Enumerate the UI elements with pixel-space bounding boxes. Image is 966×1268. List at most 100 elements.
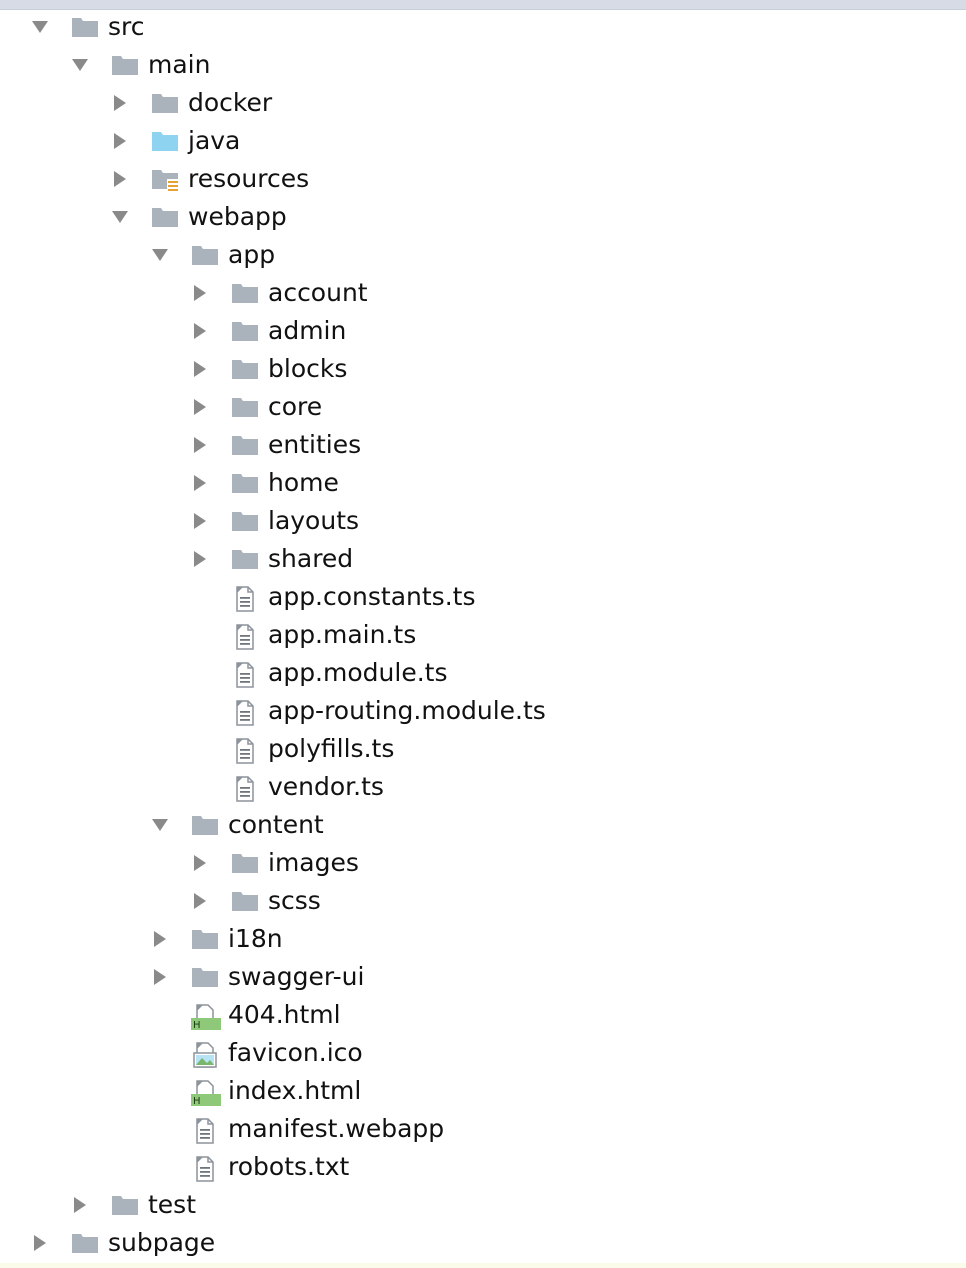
expand-arrow-right-icon[interactable] (192, 285, 208, 301)
tree-file-row[interactable]: vendor.ts (0, 768, 966, 806)
expand-arrow-right-icon[interactable] (32, 1235, 48, 1251)
expand-arrow-right-icon[interactable] (72, 1197, 88, 1213)
tree-folder-row[interactable]: images (0, 844, 966, 882)
tree-folder-row[interactable]: main (0, 46, 966, 84)
tree-folder-row[interactable]: swagger-ui (0, 958, 966, 996)
expand-arrow-right-icon[interactable] (192, 399, 208, 415)
tree-item-label: resources (188, 164, 310, 193)
tree-folder-row[interactable]: shared (0, 540, 966, 578)
expand-arrow-right-icon[interactable] (192, 855, 208, 871)
tree-file-row[interactable]: favicon.ico (0, 1034, 966, 1072)
tree-folder-row[interactable]: content (0, 806, 966, 844)
tree-folder-row[interactable]: home (0, 464, 966, 502)
tree-folder-row[interactable]: src (0, 8, 966, 46)
tree-folder-row[interactable]: scss (0, 882, 966, 920)
folder-icon (231, 548, 259, 572)
tree-item-label: i18n (228, 924, 283, 953)
tree-item-label: entities (268, 430, 362, 459)
text-file-icon (191, 1156, 219, 1182)
expand-arrow-down-icon[interactable] (152, 247, 168, 263)
tree-item-label: subpage (108, 1228, 216, 1257)
resources-folder-icon (151, 168, 179, 192)
folder-icon (71, 16, 99, 40)
folder-icon (231, 510, 259, 534)
folder-icon (191, 814, 219, 838)
tree-file-row[interactable]: H 404.html (0, 996, 966, 1034)
expand-arrow-right-icon[interactable] (192, 513, 208, 529)
expand-arrow-down-icon[interactable] (112, 209, 128, 225)
tree-item-label: layouts (268, 506, 360, 535)
folder-icon (231, 472, 259, 496)
tree-file-row[interactable]: manifest.webapp (0, 1110, 966, 1148)
tree-file-row[interactable]: Hindex.html (0, 1072, 966, 1110)
tree-folder-row[interactable]: docker (0, 84, 966, 122)
tree-item-label: app.module.ts (268, 658, 448, 687)
tree-item-label: polyfills.ts (268, 734, 395, 763)
expand-arrow-right-icon[interactable] (152, 969, 168, 985)
folder-icon (231, 358, 259, 382)
tree-item-label: home (268, 468, 339, 497)
tree-item-label: app-routing.module.ts (268, 696, 546, 725)
expand-arrow-right-icon[interactable] (192, 361, 208, 377)
expand-arrow-down-icon[interactable] (72, 57, 88, 73)
tree-file-row[interactable]: app.main.ts (0, 616, 966, 654)
tree-folder-row[interactable]: i18n (0, 920, 966, 958)
tree-item-label: app (228, 240, 276, 269)
folder-icon (151, 92, 179, 116)
expand-arrow-right-icon[interactable] (152, 931, 168, 947)
folder-icon (151, 206, 179, 230)
tree-file-row[interactable]: robots.txt (0, 1148, 966, 1186)
tree-item-label: scss (268, 886, 321, 915)
text-file-icon (231, 700, 259, 726)
expand-arrow-right-icon[interactable] (192, 323, 208, 339)
tree-item-label: blocks (268, 354, 348, 383)
tree-item-label: favicon.ico (228, 1038, 363, 1067)
tree-folder-row[interactable]: blocks (0, 350, 966, 388)
tree-item-label: admin (268, 316, 347, 345)
tree-file-row[interactable]: polyfills.ts (0, 730, 966, 768)
text-file-icon (231, 738, 259, 764)
tree-item-label: main (148, 50, 211, 79)
tree-item-label: test (148, 1190, 197, 1219)
expand-arrow-right-icon[interactable] (112, 171, 128, 187)
svg-text:H: H (193, 1096, 201, 1106)
tree-item-label: robots.txt (228, 1152, 350, 1181)
folder-icon (231, 282, 259, 306)
tree-folder-row[interactable]: admin (0, 312, 966, 350)
tree-file-row[interactable]: app-routing.module.ts (0, 692, 966, 730)
expand-arrow-right-icon[interactable] (192, 475, 208, 491)
tree-item-label: content (228, 810, 324, 839)
expand-arrow-right-icon[interactable] (192, 893, 208, 909)
tree-folder-row[interactable]: subpage (0, 1224, 966, 1262)
expand-arrow-down-icon[interactable] (32, 19, 48, 35)
tree-folder-row[interactable]: core (0, 388, 966, 426)
expand-arrow-right-icon[interactable] (112, 133, 128, 149)
folder-icon (191, 966, 219, 990)
tree-file-row[interactable]: app.constants.ts (0, 578, 966, 616)
folder-icon (231, 320, 259, 344)
tree-folder-row[interactable]: resources (0, 160, 966, 198)
html-file-icon: H (191, 1004, 221, 1030)
folder-icon (111, 54, 139, 78)
expand-arrow-down-icon[interactable] (152, 817, 168, 833)
tree-folder-row[interactable]: app (0, 236, 966, 274)
folder-icon (191, 244, 219, 268)
expand-arrow-right-icon[interactable] (112, 95, 128, 111)
tree-item-label: index.html (228, 1076, 362, 1105)
tree-folder-row[interactable]: webapp (0, 198, 966, 236)
expand-arrow-right-icon[interactable] (192, 551, 208, 567)
tree-folder-row[interactable]: java (0, 122, 966, 160)
tree-folder-row[interactable]: account (0, 274, 966, 312)
tree-item-label: account (268, 278, 368, 307)
tree-item-label: images (268, 848, 359, 877)
text-file-icon (231, 776, 259, 802)
tree-file-row[interactable]: app.module.ts (0, 654, 966, 692)
tree-item-label: java (188, 126, 241, 155)
tree-folder-row[interactable]: layouts (0, 502, 966, 540)
tree-item-label: vendor.ts (268, 772, 384, 801)
tree-folder-row[interactable]: test (0, 1186, 966, 1224)
expand-arrow-right-icon[interactable] (192, 437, 208, 453)
html-file-icon: H (191, 1080, 221, 1106)
folder-icon (111, 1194, 139, 1218)
tree-folder-row[interactable]: entities (0, 426, 966, 464)
